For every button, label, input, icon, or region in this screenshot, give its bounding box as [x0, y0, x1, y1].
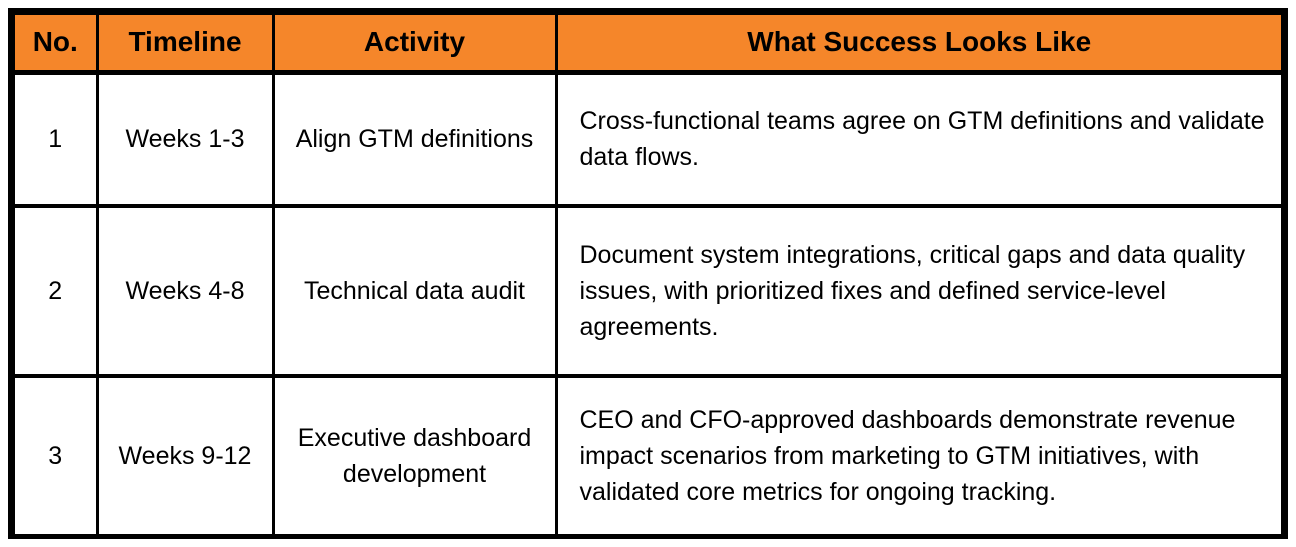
table-row: 3 Weeks 9-12 Executive dashboard develop… [15, 376, 1281, 534]
column-header-success: What Success Looks Like [556, 15, 1281, 75]
table-header: No. Timeline Activity What Success Looks… [15, 15, 1281, 75]
cell-activity: Align GTM definitions [273, 72, 558, 208]
column-header-activity: Activity [273, 15, 558, 75]
header-row: No. Timeline Activity What Success Looks… [15, 15, 1281, 75]
table-row: 2 Weeks 4-8 Technical data audit Documen… [15, 206, 1281, 378]
cell-success-text: CEO and CFO-approved dashboards demonstr… [579, 405, 1236, 507]
cell-activity: Technical data audit [273, 206, 558, 378]
column-header-no: No. [15, 15, 99, 75]
cell-no: 3 [15, 376, 99, 534]
cell-success: Cross-functional teams agree on GTM defi… [556, 72, 1281, 208]
cell-success: Document system integrations, critical g… [556, 206, 1281, 378]
cell-activity: Executive dashboard development [273, 376, 558, 534]
column-header-timeline: Timeline [97, 15, 275, 75]
roadmap-table-frame: No. Timeline Activity What Success Looks… [8, 8, 1288, 539]
roadmap-table: No. Timeline Activity What Success Looks… [15, 15, 1281, 534]
cell-timeline: Weeks 1-3 [97, 72, 275, 208]
cell-timeline: Weeks 4-8 [97, 206, 275, 378]
cell-no: 1 [15, 72, 99, 208]
cell-success: CEO and CFO-approved dashboards demonstr… [556, 376, 1281, 534]
table-body: 1 Weeks 1-3 Align GTM definitions Cross-… [15, 72, 1281, 534]
cell-timeline: Weeks 9-12 [97, 376, 275, 534]
page-root: No. Timeline Activity What Success Looks… [0, 0, 1296, 547]
cell-no: 2 [15, 206, 99, 378]
cell-success-text: Document system integrations, critical g… [579, 240, 1246, 342]
cell-success-text: Cross-functional teams agree on GTM defi… [579, 107, 1265, 172]
table-row: 1 Weeks 1-3 Align GTM definitions Cross-… [15, 72, 1281, 208]
